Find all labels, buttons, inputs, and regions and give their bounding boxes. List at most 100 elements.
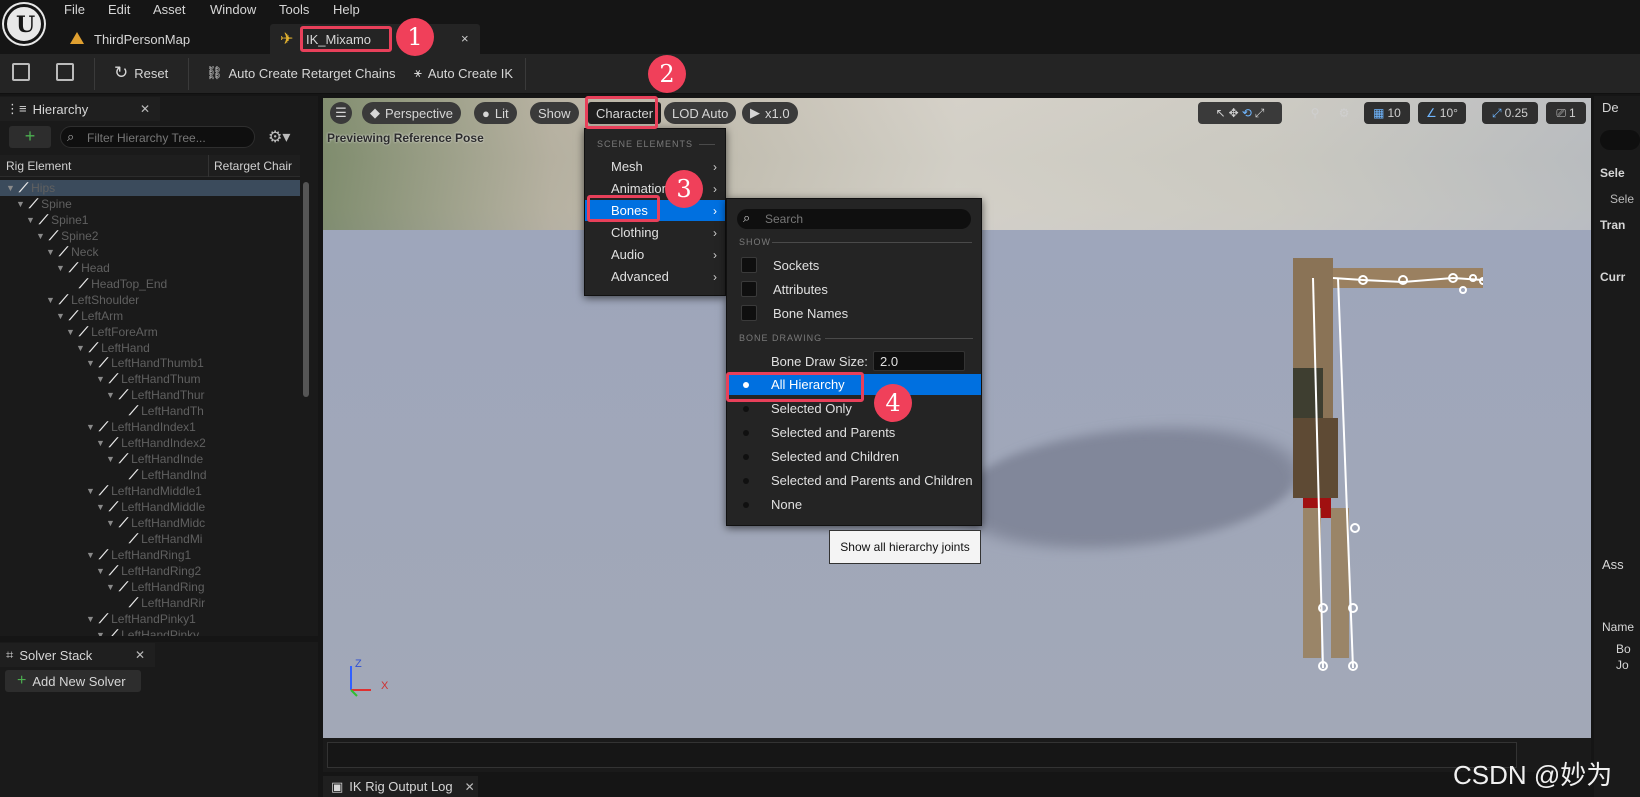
expand-arrow-icon[interactable]: ▼: [96, 566, 106, 576]
tree-row[interactable]: ▼ ⟋ Spine: [16, 196, 72, 212]
expand-arrow-icon[interactable]: ▼: [16, 199, 26, 209]
tree-row[interactable]: ▼ ⟋ LeftHandThur: [106, 387, 205, 403]
grid-snap-button[interactable]: ▦ 10: [1364, 102, 1410, 124]
option-selected-and-children[interactable]: Selected and Children: [727, 446, 981, 467]
menu-help[interactable]: Help: [333, 2, 360, 17]
lit-button[interactable]: ● Lit: [474, 102, 517, 124]
details-section-current[interactable]: Curr: [1600, 270, 1625, 284]
expand-arrow-icon[interactable]: ▼: [106, 518, 116, 528]
tree-row[interactable]: ▼ ⟋ LeftHandThum: [96, 371, 201, 387]
expand-arrow-icon[interactable]: ▼: [56, 311, 66, 321]
tree-row[interactable]: ▼ ⟋ LeftShoulder: [46, 292, 139, 308]
scale-snap-button[interactable]: ⤢ 0.25: [1482, 102, 1538, 124]
hierarchy-search-input[interactable]: ⌕ Filter Hierarchy Tree...: [60, 126, 255, 148]
sockets-checkbox[interactable]: [741, 257, 757, 273]
solver-stack-tab[interactable]: ⌗ Solver Stack ✕: [0, 643, 155, 667]
tree-row[interactable]: ⟋ LeftHandRir: [116, 595, 205, 611]
expand-arrow-icon[interactable]: ▼: [96, 438, 106, 448]
option-selected-parents-children[interactable]: Selected and Parents and Children: [727, 470, 981, 491]
tree-row[interactable]: ⟋ LeftHandTh: [116, 403, 204, 419]
expand-arrow-icon[interactable]: ▼: [46, 295, 56, 305]
menu-edit[interactable]: Edit: [108, 2, 130, 17]
tree-row[interactable]: ▼ ⟋ LeftHandPinky1: [86, 611, 196, 627]
option-selected-and-parents[interactable]: Selected and Parents: [727, 422, 981, 443]
expand-arrow-icon[interactable]: ▼: [96, 630, 106, 636]
expand-arrow-icon[interactable]: ▼: [26, 215, 36, 225]
asset-browser-tab[interactable]: Ass: [1602, 557, 1624, 572]
tree-row[interactable]: ▼ ⟋ LeftHandRing: [106, 579, 205, 595]
hierarchy-close-icon[interactable]: ✕: [140, 102, 150, 116]
expand-arrow-icon[interactable]: ▼: [106, 582, 116, 592]
col-rig-element[interactable]: Rig Element: [6, 159, 71, 173]
expand-arrow-icon[interactable]: ▼: [96, 374, 106, 384]
hierarchy-tab[interactable]: ⋮≡ Hierarchy ✕: [0, 97, 160, 121]
tree-row[interactable]: ▼ ⟋ LeftHandIndex1: [86, 419, 196, 435]
details-section-transform[interactable]: Tran: [1600, 218, 1625, 232]
menu-tools[interactable]: Tools: [279, 2, 309, 17]
expand-arrow-icon[interactable]: ▼: [56, 263, 66, 273]
lod-button[interactable]: LOD Auto: [664, 102, 737, 124]
tree-row[interactable]: ▼ ⟋ LeftForeArm: [66, 324, 158, 340]
reset-button[interactable]: ↻ Reset: [114, 62, 168, 84]
tree-row[interactable]: ▼ ⟋ LeftHandIndex2: [96, 435, 206, 451]
show-button[interactable]: Show: [530, 102, 579, 124]
tree-row[interactable]: ▼ ⟋ LeftHandMiddle: [96, 499, 205, 515]
expand-arrow-icon[interactable]: ▼: [66, 327, 76, 337]
perspective-button[interactable]: ◆ Perspective: [362, 102, 461, 124]
menu-window[interactable]: Window: [210, 2, 256, 17]
tab-third-person-map[interactable]: ThirdPersonMap: [94, 24, 190, 54]
bone-names-checkbox[interactable]: [741, 305, 757, 321]
expand-arrow-icon[interactable]: ▼: [46, 247, 56, 257]
details-tab[interactable]: De: [1602, 100, 1619, 115]
menu-asset[interactable]: Asset: [153, 2, 186, 17]
expand-arrow-icon[interactable]: ▼: [86, 358, 96, 368]
world-local-icon[interactable]: ⚲: [1304, 102, 1326, 124]
menu-item-audio[interactable]: Audio ›: [585, 244, 725, 265]
expand-arrow-icon[interactable]: ▼: [106, 390, 116, 400]
expand-arrow-icon[interactable]: ▼: [6, 183, 16, 193]
output-log-tab[interactable]: ▣ IK Rig Output Log ✕: [323, 776, 478, 797]
menu-item-advanced[interactable]: Advanced ›: [585, 266, 725, 287]
menu-file[interactable]: File: [64, 2, 85, 17]
surface-snap-icon[interactable]: ⚙: [1333, 102, 1355, 124]
details-section-selection[interactable]: Sele: [1600, 166, 1625, 180]
tree-row[interactable]: ▼ ⟋ LeftHandThumb1: [86, 355, 204, 371]
attributes-checkbox[interactable]: [741, 281, 757, 297]
tab-close-icon[interactable]: ×: [461, 31, 469, 46]
settings-gear-icon[interactable]: ⚙▾: [268, 127, 290, 147]
hierarchy-scrollbar[interactable]: [303, 182, 309, 397]
menu-item-mesh[interactable]: Mesh ›: [585, 156, 725, 177]
asset-name-column[interactable]: Name: [1602, 620, 1634, 634]
timeline-track[interactable]: [327, 742, 1517, 768]
option-none[interactable]: None: [727, 494, 981, 515]
tree-row[interactable]: ▼ ⟋ LeftHandMidc: [106, 515, 205, 531]
auto-create-chains-button[interactable]: ⛓ Auto Create Retarget Chains: [206, 62, 395, 84]
asset-item[interactable]: Jo: [1616, 658, 1629, 672]
add-element-button[interactable]: +: [9, 126, 51, 148]
asset-item[interactable]: Bo: [1616, 642, 1631, 656]
tree-row[interactable]: ⟋ HeadTop_End: [66, 276, 167, 292]
transform-tools[interactable]: ↖ ✥ ⟲ ⤢: [1198, 102, 1282, 124]
tree-row[interactable]: ▼ ⟋ LeftHandInde: [106, 451, 203, 467]
tree-row[interactable]: ⟋ LeftHandMi: [116, 531, 202, 547]
tree-row[interactable]: ▼ ⟋ Spine2: [36, 228, 98, 244]
tree-row[interactable]: ▼ ⟋ Head: [56, 260, 110, 276]
save-icon[interactable]: [12, 63, 30, 81]
bones-search-input[interactable]: ⌕ Search: [737, 209, 971, 229]
tree-row[interactable]: ▼ ⟋ LeftHandRing2: [96, 563, 201, 579]
tree-row[interactable]: ▼ ⟋ LeftHandPinky: [96, 627, 199, 636]
menu-item-clothing[interactable]: Clothing ›: [585, 222, 725, 243]
unreal-logo[interactable]: U: [4, 4, 44, 44]
auto-create-ik-button[interactable]: ⚹ Auto Create IK: [414, 62, 513, 84]
timeline-bar[interactable]: [323, 738, 1591, 772]
expand-arrow-icon[interactable]: ▼: [36, 231, 46, 241]
tree-row[interactable]: ⟋ LeftHandInd: [116, 467, 207, 483]
expand-arrow-icon[interactable]: ▼: [86, 486, 96, 496]
tree-row[interactable]: ▼ ⟋ LeftHandRing1: [86, 547, 191, 563]
tree-row[interactable]: ▼ ⟋ LeftHandMiddle1: [86, 483, 202, 499]
expand-arrow-icon[interactable]: ▼: [86, 550, 96, 560]
tree-row[interactable]: ▼ ⟋ LeftArm: [56, 308, 123, 324]
expand-arrow-icon[interactable]: ▼: [86, 422, 96, 432]
bone-draw-size-input[interactable]: 2.0: [873, 351, 965, 371]
browse-icon[interactable]: [56, 63, 74, 81]
